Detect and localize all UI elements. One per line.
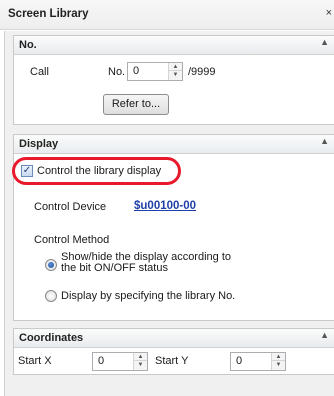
display-section: Display ▲ ✓ Control the library display …	[12, 134, 334, 321]
coordinates-section-header[interactable]: Coordinates ▲	[14, 329, 334, 348]
stepper-down-icon[interactable]: ▼	[169, 71, 182, 79]
title-bar: Screen Library ×	[0, 0, 334, 30]
display-section-title: Display	[19, 138, 59, 150]
refer-to-button[interactable]: Refer to...	[103, 94, 169, 115]
stepper-arrows[interactable]: ▲ ▼	[133, 353, 147, 370]
start-x-stepper[interactable]: 0 ▲ ▼	[92, 352, 148, 371]
control-device-label: Control Device	[34, 201, 107, 213]
start-x-value[interactable]: 0	[98, 355, 104, 367]
radio-bit-status-label-line2[interactable]: the bit ON/OFF status	[61, 263, 168, 274]
stepper-down-icon[interactable]: ▼	[134, 361, 147, 369]
panel-title: Screen Library	[8, 8, 89, 20]
radio-library-no-label[interactable]: Display by specifying the library No.	[61, 290, 235, 302]
start-y-value[interactable]: 0	[236, 355, 242, 367]
highlight-callout	[12, 157, 181, 185]
stepper-up-icon[interactable]: ▲	[134, 353, 147, 361]
close-icon[interactable]: ×	[326, 7, 332, 19]
stepper-up-icon[interactable]: ▲	[169, 63, 182, 71]
stepper-arrows[interactable]: ▲ ▼	[168, 63, 182, 80]
no-label: No.	[108, 66, 126, 78]
start-y-stepper[interactable]: 0 ▲ ▼	[230, 352, 286, 371]
screen-library-panel: Screen Library × No. ▲ Call No. 0 ▲ ▼ /9…	[0, 0, 334, 396]
no-section: No. ▲ Call No. 0 ▲ ▼ /9999 Refer to...	[13, 35, 334, 125]
coordinates-section-title: Coordinates	[19, 332, 84, 344]
collapse-caret-icon[interactable]: ▲	[320, 330, 329, 340]
panel-body: No. ▲ Call No. 0 ▲ ▼ /9999 Refer to... D…	[4, 31, 334, 396]
control-method-label: Control Method	[34, 234, 110, 246]
no-section-header[interactable]: No. ▲	[14, 36, 334, 55]
start-x-label: Start X	[18, 355, 52, 367]
coordinates-section: Coordinates ▲ Start X 0 ▲ ▼ Start Y 0 ▲ …	[13, 328, 334, 375]
stepper-up-icon[interactable]: ▲	[272, 353, 285, 361]
no-section-title: No.	[19, 39, 37, 51]
radio-bit-status[interactable]	[45, 259, 57, 271]
start-y-label: Start Y	[155, 355, 189, 367]
stepper-arrows[interactable]: ▲ ▼	[271, 353, 285, 370]
library-no-value[interactable]: 0	[133, 65, 139, 77]
stepper-down-icon[interactable]: ▼	[272, 361, 285, 369]
library-no-stepper[interactable]: 0 ▲ ▼	[127, 62, 183, 81]
max-no-label: /9999	[188, 66, 216, 78]
radio-library-no[interactable]	[45, 290, 57, 302]
collapse-caret-icon[interactable]: ▲	[320, 37, 329, 47]
call-label: Call	[30, 66, 49, 78]
collapse-caret-icon[interactable]: ▲	[320, 136, 329, 146]
display-section-header[interactable]: Display ▲	[14, 135, 334, 154]
control-device-link[interactable]: $u00100-00	[134, 200, 196, 212]
